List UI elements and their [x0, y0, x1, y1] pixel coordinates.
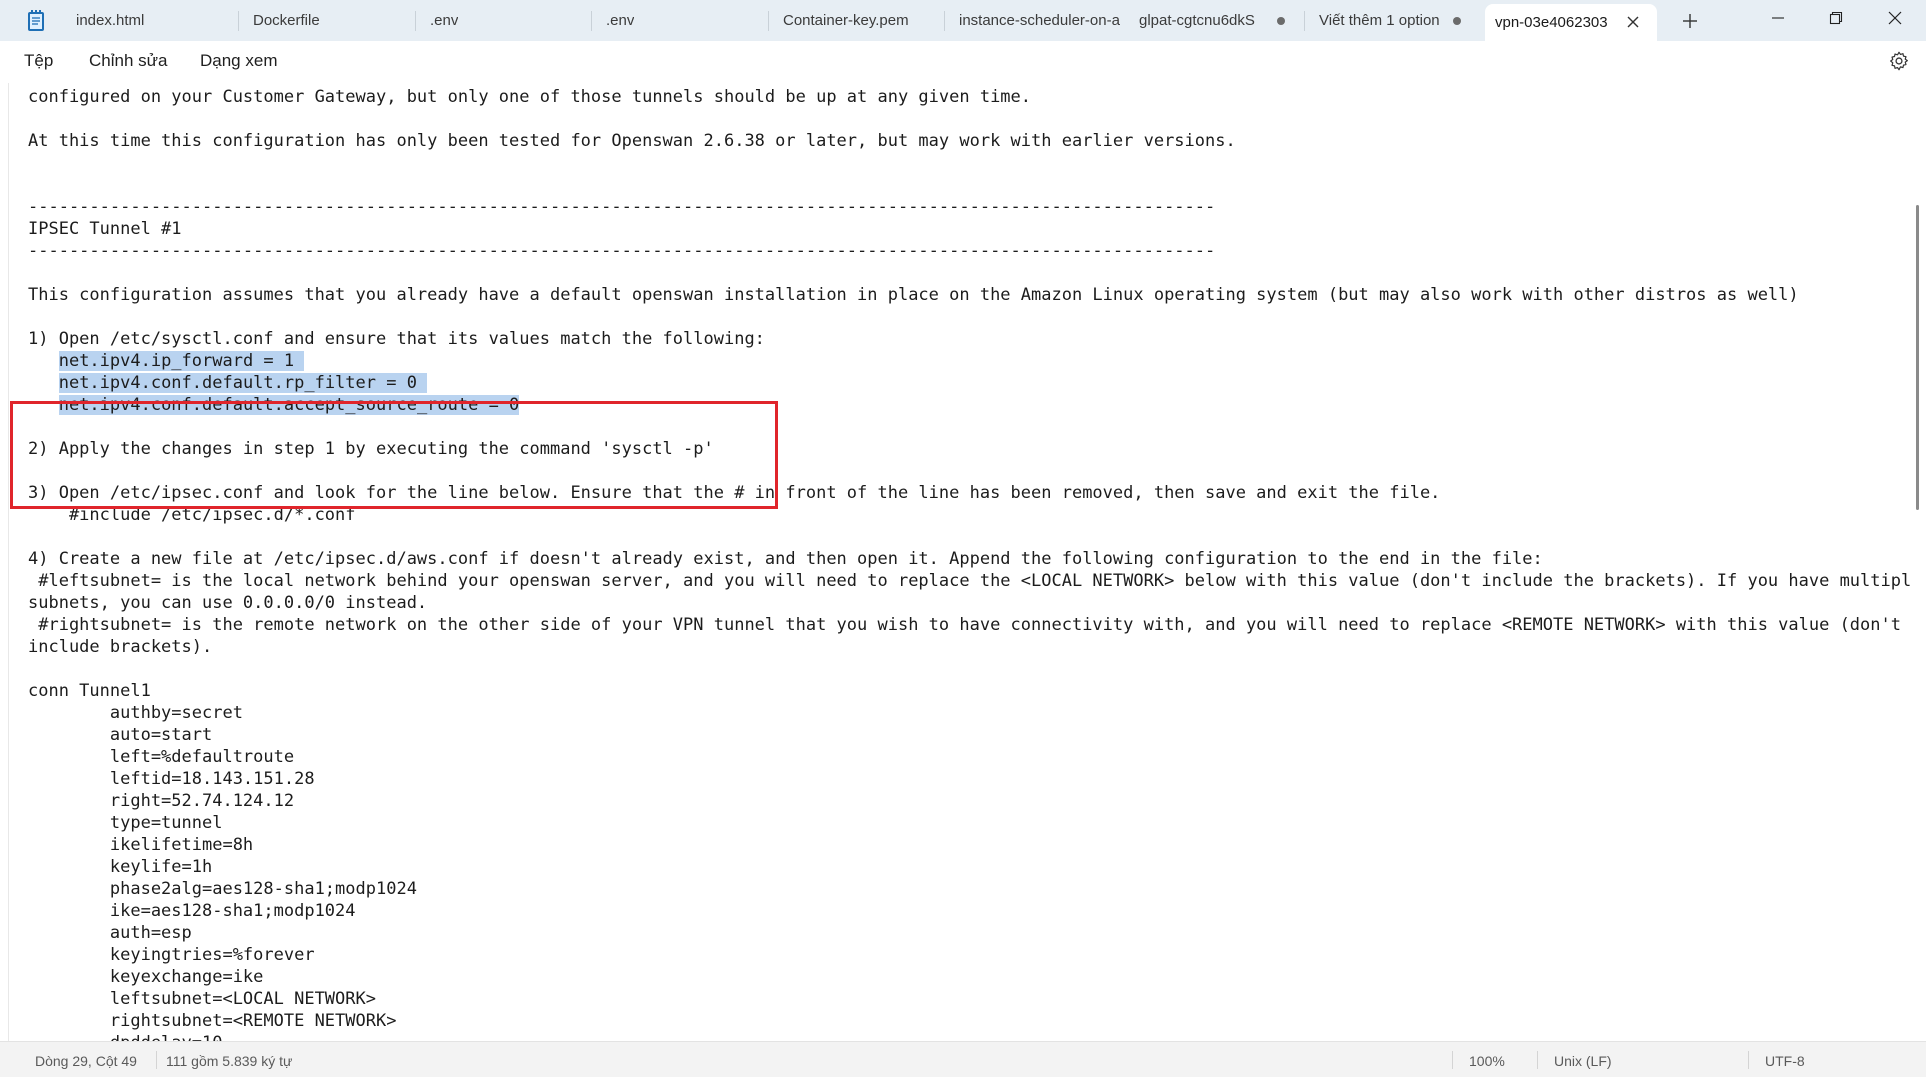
minimize-button[interactable] [1749, 0, 1807, 36]
editor-text[interactable]: configured on your Customer Gateway, but… [28, 86, 1912, 1041]
editor-line: net.ipv4.ip_forward = 1 [28, 350, 1912, 372]
editor-line: authby=secret [28, 703, 243, 723]
close-window-button[interactable] [1866, 0, 1924, 36]
editor-line: #leftsubnet= is the local network behind… [28, 571, 1912, 591]
unsaved-dot-icon [1277, 17, 1285, 25]
tab-env-1[interactable]: .env [416, 0, 592, 41]
editor-line: IPSEC Tunnel #1 [28, 219, 182, 239]
tab-label: glpat-cgtcnu6dkS [1139, 12, 1255, 29]
menu-view[interactable]: Dạng xem [200, 51, 277, 71]
close-icon [1888, 11, 1902, 25]
editor-line: conn Tunnel1 [28, 681, 151, 701]
editor-line: leftsubnet=<LOCAL NETWORK> [28, 989, 376, 1009]
menu-edit[interactable]: Chỉnh sửa [89, 51, 167, 71]
editor-line: #rightsubnet= is the remote network on t… [28, 615, 1901, 635]
tab-label: Dockerfile [253, 12, 320, 29]
editor-line: keylife=1h [28, 857, 213, 877]
tab-env-2[interactable]: .env [592, 0, 769, 41]
tab-label: vpn-03e4062303 [1495, 14, 1608, 31]
editor-line: 1) Open /etc/sysctl.conf and ensure that… [28, 329, 765, 349]
menu-bar: Tệp Chỉnh sửa Dạng xem [0, 41, 1926, 83]
tab-label: instance-scheduler-on-a [959, 12, 1120, 29]
editor-line: dpddelay=10 [28, 1032, 1912, 1041]
menu-file[interactable]: Tệp [24, 51, 53, 71]
gear-icon[interactable] [1888, 50, 1910, 72]
editor-line: This configuration assumes that you alre… [28, 285, 1799, 305]
editor-line: include brackets). [28, 637, 213, 657]
editor-line: rightsubnet=<REMOTE NETWORK> [28, 1011, 397, 1031]
editor-line: ----------------------------------------… [28, 241, 1216, 261]
tab-bar: index.html Dockerfile .env .env Containe… [0, 0, 1926, 41]
editor-line: auth=esp [28, 923, 192, 943]
editor-line: keyingtries=%forever [28, 945, 315, 965]
tab-label: .env [606, 12, 635, 29]
line-ending[interactable]: Unix (LF) [1554, 1053, 1612, 1069]
editor-line: phase2alg=aes128-sha1;modp1024 [28, 879, 417, 899]
tab-label: .env [430, 12, 459, 29]
tab-glpat[interactable]: glpat-cgtcnu6dkS [1125, 0, 1305, 41]
close-icon[interactable] [1623, 12, 1643, 32]
editor-line: configured on your Customer Gateway, but… [28, 87, 1032, 107]
text-editor[interactable]: configured on your Customer Gateway, but… [8, 83, 1912, 1041]
selected-text: net.ipv4.conf.default.rp_filter = 0 [58, 373, 428, 393]
tab-viet-them[interactable]: Viết thêm 1 option [1305, 0, 1485, 41]
editor-line: net.ipv4.conf.default.rp_filter = 0 [28, 372, 1912, 394]
editor-line: ike=aes128-sha1;modp1024 [28, 901, 356, 921]
editor-line: ----------------------------------------… [28, 197, 1216, 217]
encoding[interactable]: UTF-8 [1765, 1053, 1805, 1069]
editor-line: keyexchange=ike [28, 967, 264, 987]
tab-vpn-config[interactable]: vpn-03e4062303 [1485, 4, 1657, 41]
plus-icon[interactable] [1678, 9, 1702, 33]
tab-label: Viết thêm 1 option [1319, 12, 1440, 29]
editor-line: type=tunnel [28, 813, 223, 833]
editor-line: subnets, you can use 0.0.0.0/0 instead. [28, 593, 428, 613]
tab-label: Container-key.pem [783, 12, 909, 29]
tab-index-html[interactable]: index.html [62, 0, 239, 41]
editor-line: auto=start [28, 725, 213, 745]
editor-line: ikelifetime=8h [28, 835, 254, 855]
editor-line: leftid=18.143.151.28 [28, 769, 315, 789]
minimize-icon [1772, 17, 1784, 19]
tab-dockerfile[interactable]: Dockerfile [239, 0, 416, 41]
tab-instance-scheduler[interactable]: instance-scheduler-on-a [945, 0, 1125, 41]
tab-label: index.html [76, 12, 145, 29]
restore-icon [1829, 11, 1843, 25]
zoom-level[interactable]: 100% [1469, 1053, 1505, 1069]
selected-text: net.ipv4.ip_forward = 1 [58, 351, 305, 371]
unsaved-dot-icon [1453, 17, 1461, 25]
editor-line: right=52.74.124.12 [28, 791, 295, 811]
status-bar: Dòng 29, Cột 49 111 gồm 5.839 ký tự 100%… [0, 1041, 1926, 1077]
red-highlight-box [10, 401, 778, 509]
selection-count: 111 gồm 5.839 ký tự [166, 1053, 293, 1069]
editor-line: 4) Create a new file at /etc/ipsec.d/aws… [28, 549, 1543, 569]
vertical-scrollbar[interactable] [1916, 205, 1919, 510]
editor-line: left=%defaultroute [28, 747, 295, 767]
tab-container-key[interactable]: Container-key.pem [769, 0, 945, 41]
notepad-icon [28, 10, 44, 31]
editor-line: At this time this configuration has only… [28, 131, 1236, 151]
cursor-position: Dòng 29, Cột 49 [35, 1053, 137, 1069]
maximize-button[interactable] [1807, 0, 1865, 36]
